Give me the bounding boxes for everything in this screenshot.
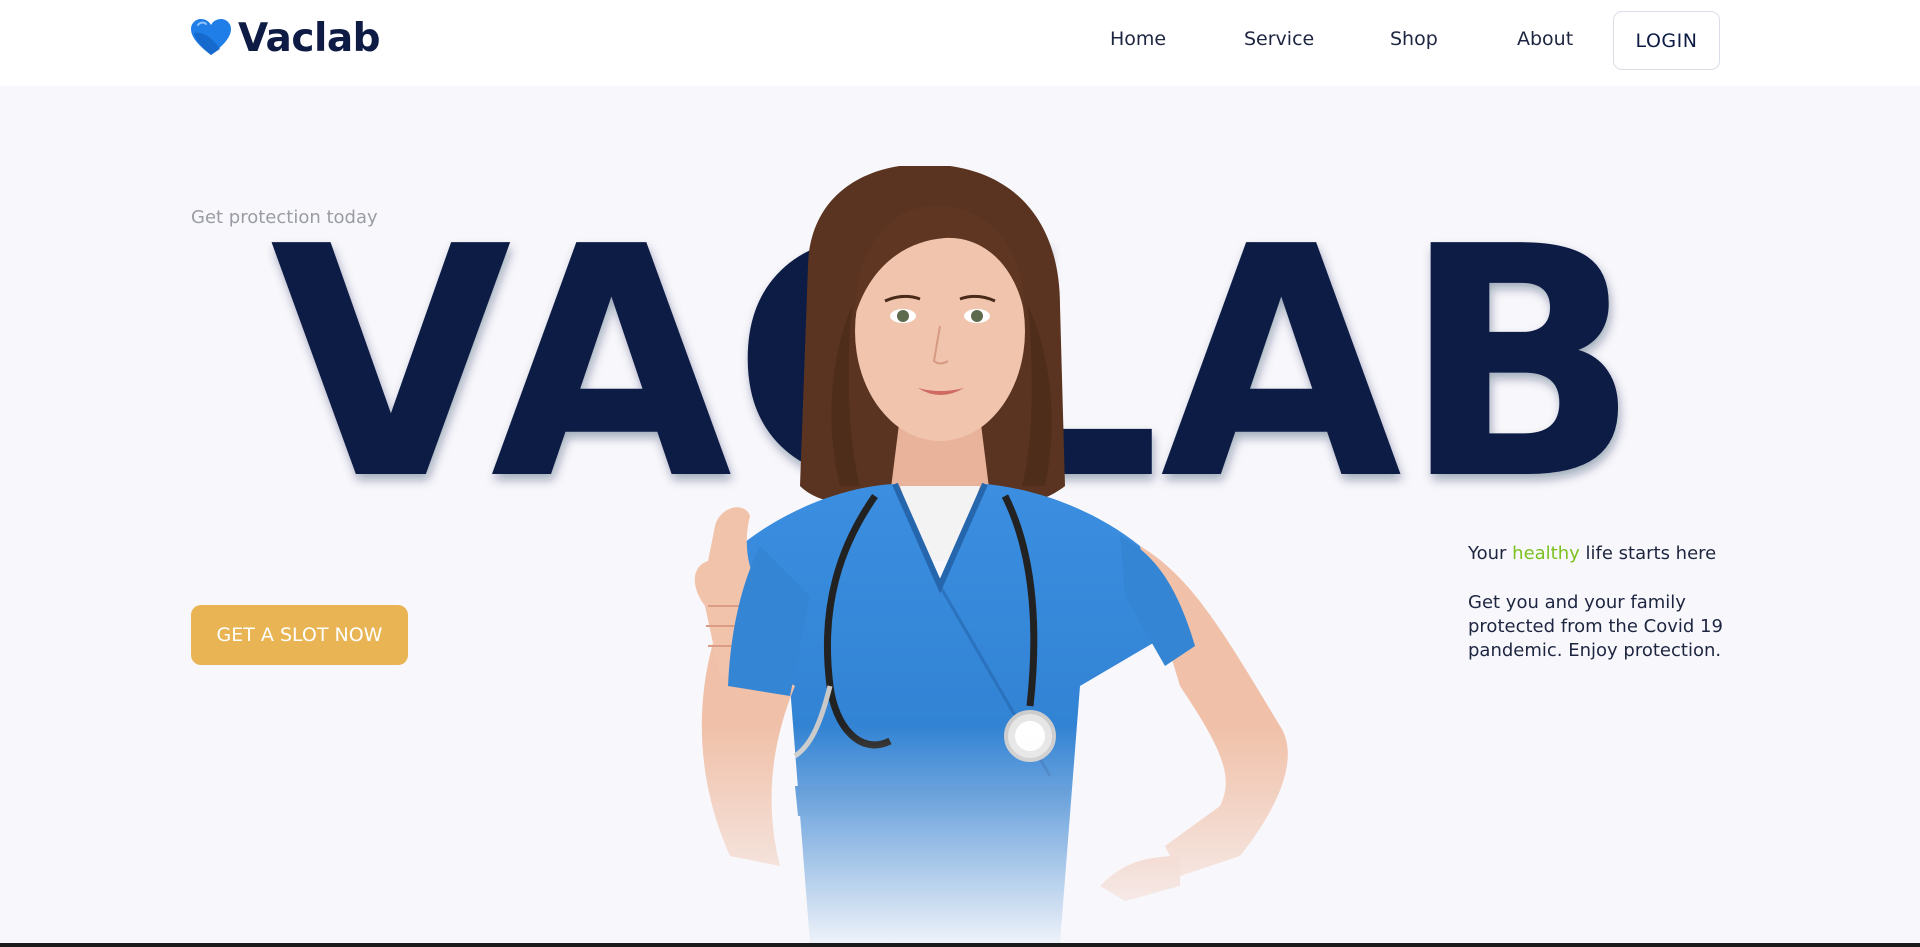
brand-logo[interactable]: Vaclab (190, 12, 381, 64)
tagline-after: life starts here (1579, 543, 1717, 564)
nav-shop[interactable]: Shop (1390, 28, 1438, 50)
hero-tagline: Your healthy life starts here (1468, 543, 1716, 564)
doctor-illustration (620, 166, 1340, 943)
page: Vaclab Home Service Shop About LOGIN Get… (0, 0, 1920, 947)
get-slot-button[interactable]: GET A SLOT NOW (191, 605, 408, 665)
heart-icon (191, 19, 231, 55)
brand-name: Vaclab (238, 15, 381, 61)
page-bottom-edge (0, 943, 1920, 947)
login-button[interactable]: LOGIN (1613, 11, 1720, 70)
site-header: Vaclab Home Service Shop About LOGIN (0, 0, 1920, 86)
tagline-accent: healthy (1512, 543, 1580, 564)
hero-eyebrow: Get protection today (191, 207, 378, 228)
tagline-before: Your (1468, 543, 1513, 564)
hero-section: Get protection today VACLAB (0, 86, 1920, 943)
nav-home[interactable]: Home (1110, 28, 1166, 50)
hero-description: Get you and your family protected from t… (1468, 592, 1723, 661)
nav-about[interactable]: About (1517, 28, 1573, 50)
nav-service[interactable]: Service (1244, 28, 1314, 50)
